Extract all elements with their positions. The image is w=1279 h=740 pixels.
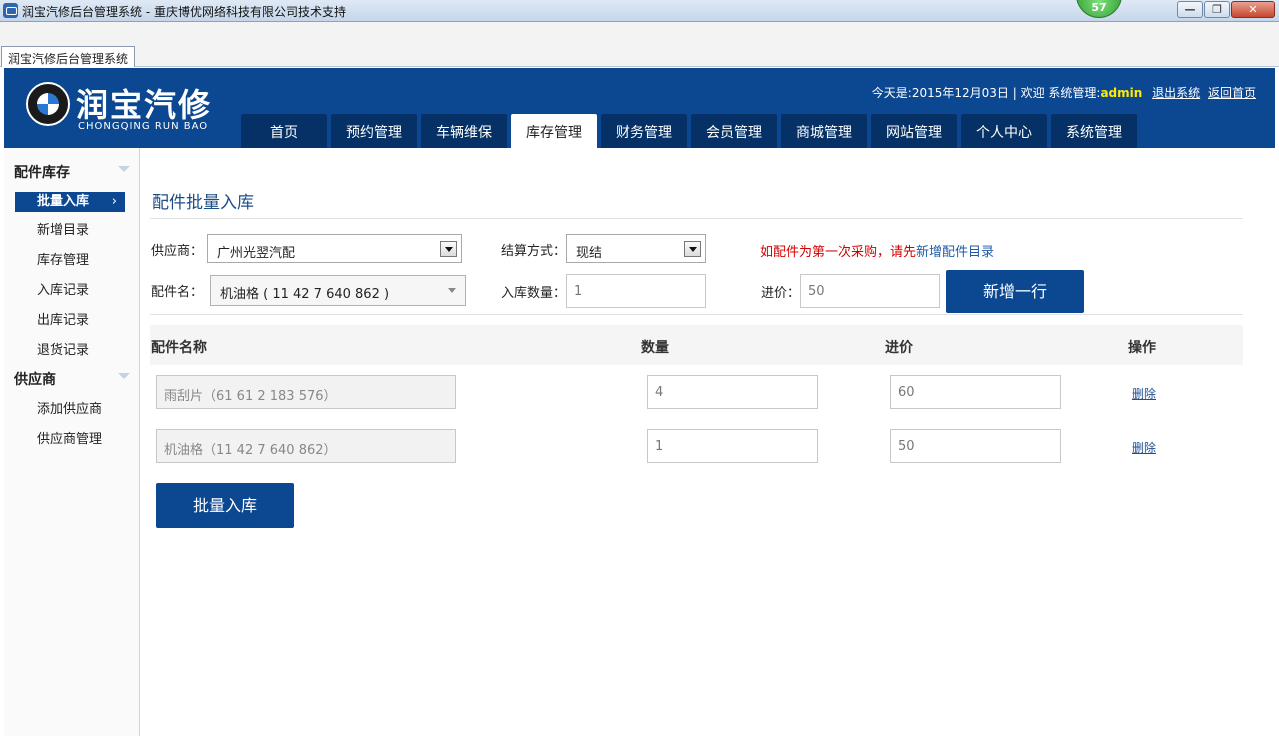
nav-home[interactable]: 首页: [241, 114, 327, 148]
new-catalog-link[interactable]: 新增配件目录: [916, 245, 994, 260]
bmw-logo-icon: [26, 82, 70, 126]
sidebar-item-stock-out-records[interactable]: 出库记录: [15, 311, 125, 331]
col-quantity: 数量: [641, 340, 669, 356]
minimize-button[interactable]: —: [1177, 1, 1203, 18]
app-icon: [3, 3, 18, 18]
quantity-input[interactable]: 1: [566, 274, 706, 308]
maximize-button[interactable]: ❐: [1204, 1, 1230, 18]
chevron-down-icon: [448, 288, 456, 293]
batch-stock-in-button[interactable]: 批量入库: [156, 483, 294, 528]
add-row-button[interactable]: 新增一行: [946, 270, 1084, 313]
main-nav: 首页 预约管理 车辆维保 库存管理 财务管理 会员管理 商城管理 网站管理 个人…: [241, 114, 1137, 148]
nav-vehicle-maintenance[interactable]: 车辆维保: [421, 114, 507, 148]
dropdown-arrow-icon: [684, 241, 701, 257]
window-controls: — ❐ ✕: [1177, 1, 1275, 18]
supplier-label: 供应商：: [151, 244, 204, 259]
notification-badge[interactable]: 57: [1076, 0, 1122, 18]
col-part-name: 配件名称: [151, 340, 207, 356]
document-tab[interactable]: 润宝汽修后台管理系统: [1, 46, 135, 67]
part-name-combobox[interactable]: 机油格 ( 11 42 7 640 862 ): [210, 275, 466, 306]
document-tabstrip: 润宝汽修后台管理系统: [0, 22, 1279, 67]
user-name: admin: [1100, 86, 1143, 100]
price-input[interactable]: 50: [800, 274, 940, 308]
divider: [150, 218, 1243, 219]
nav-website[interactable]: 网站管理: [871, 114, 957, 148]
first-purchase-hint: 如配件为第一次采购，请先新增配件目录: [760, 241, 994, 260]
app-header: 润宝汽修 CHONGQING RUN BAO 今天是:2015年12月03日 |…: [4, 68, 1275, 148]
nav-finance[interactable]: 财务管理: [601, 114, 687, 148]
window-titlebar: 润宝汽修后台管理系统 - 重庆博优网络科技有限公司技术支持 57 — ❐ ✕: [0, 0, 1279, 22]
logout-link[interactable]: 退出系统: [1152, 86, 1200, 100]
row-part-name: 雨刮片（61 61 2 183 576）: [156, 375, 456, 409]
minimize-icon: —: [1184, 3, 1196, 16]
nav-appointment[interactable]: 预约管理: [331, 114, 417, 148]
row-part-name: 机油格（11 42 7 640 862）: [156, 429, 456, 463]
row-quantity-input[interactable]: 4: [647, 375, 818, 409]
price-label: 进价：: [761, 286, 801, 301]
supplier-value: 广州光翌汽配: [217, 246, 296, 261]
settlement-value: 现结: [576, 246, 603, 261]
collapse-icon: [118, 373, 130, 379]
part-name-value: 机油格 ( 11 42 7 640 862 ): [220, 287, 390, 302]
close-icon: ✕: [1248, 3, 1258, 16]
nav-mall[interactable]: 商城管理: [781, 114, 867, 148]
delete-row-link[interactable]: 删除: [1132, 385, 1156, 402]
row-quantity-input[interactable]: 1: [647, 429, 818, 463]
home-link[interactable]: 返回首页: [1208, 86, 1256, 100]
part-name-label: 配件名：: [151, 285, 204, 300]
chevron-right-icon: ›: [111, 194, 117, 209]
col-operation: 操作: [1128, 340, 1156, 356]
window-title: 润宝汽修后台管理系统 - 重庆博优网络科技有限公司技术支持: [22, 5, 346, 19]
nav-members[interactable]: 会员管理: [691, 114, 777, 148]
sidebar-item-stock-in-records[interactable]: 入库记录: [15, 281, 125, 301]
sidebar-item-batch-stock-in[interactable]: 批量入库 ›: [15, 192, 125, 212]
sidebar-item-return-records[interactable]: 退货记录: [15, 341, 125, 361]
page-title: 配件批量入库: [152, 193, 254, 213]
date-welcome-text: 今天是:2015年12月03日 | 欢迎 系统管理:: [871, 86, 1101, 100]
sidebar: 配件库存 批量入库 › 新增目录 库存管理 入库记录 出库记录 退货记录 供应商…: [4, 148, 140, 736]
divider: [150, 314, 1243, 315]
sidebar-group-suppliers[interactable]: 供应商: [14, 369, 130, 389]
logo-text: 润宝汽修: [76, 86, 213, 124]
dropdown-arrow-icon: [440, 241, 457, 257]
table-header: 配件名称 数量 进价 操作: [150, 325, 1243, 365]
sidebar-item-add-supplier[interactable]: 添加供应商: [15, 400, 125, 420]
nav-personal[interactable]: 个人中心: [961, 114, 1047, 148]
sidebar-group-label: 供应商: [14, 372, 56, 388]
sidebar-group-parts[interactable]: 配件库存: [14, 162, 130, 182]
nav-system[interactable]: 系统管理: [1051, 114, 1137, 148]
settlement-select[interactable]: 现结: [566, 234, 706, 263]
sidebar-item-inventory[interactable]: 库存管理: [15, 251, 125, 271]
row-price-input[interactable]: 60: [890, 375, 1061, 409]
sidebar-item-supplier-manage[interactable]: 供应商管理: [15, 430, 125, 450]
sidebar-item-label: 批量入库: [37, 194, 90, 209]
settlement-label: 结算方式：: [501, 244, 567, 259]
logo-subtitle: CHONGQING RUN BAO: [78, 121, 209, 132]
nav-inventory[interactable]: 库存管理: [511, 114, 597, 148]
sidebar-item-new-catalog[interactable]: 新增目录: [15, 221, 125, 241]
restore-icon: ❐: [1212, 3, 1222, 16]
col-price: 进价: [885, 340, 913, 356]
delete-row-link[interactable]: 删除: [1132, 439, 1156, 456]
collapse-icon: [118, 166, 130, 172]
supplier-select[interactable]: 广州光翌汽配: [207, 234, 462, 263]
quantity-label: 入库数量：: [501, 286, 567, 301]
sidebar-group-label: 配件库存: [14, 165, 70, 181]
hint-text: 如配件为第一次采购，请先: [760, 245, 917, 260]
header-user-info: 今天是:2015年12月03日 | 欢迎 系统管理:admin 退出系统 返回首…: [872, 84, 1256, 101]
row-price-input[interactable]: 50: [890, 429, 1061, 463]
close-button[interactable]: ✕: [1231, 1, 1275, 18]
